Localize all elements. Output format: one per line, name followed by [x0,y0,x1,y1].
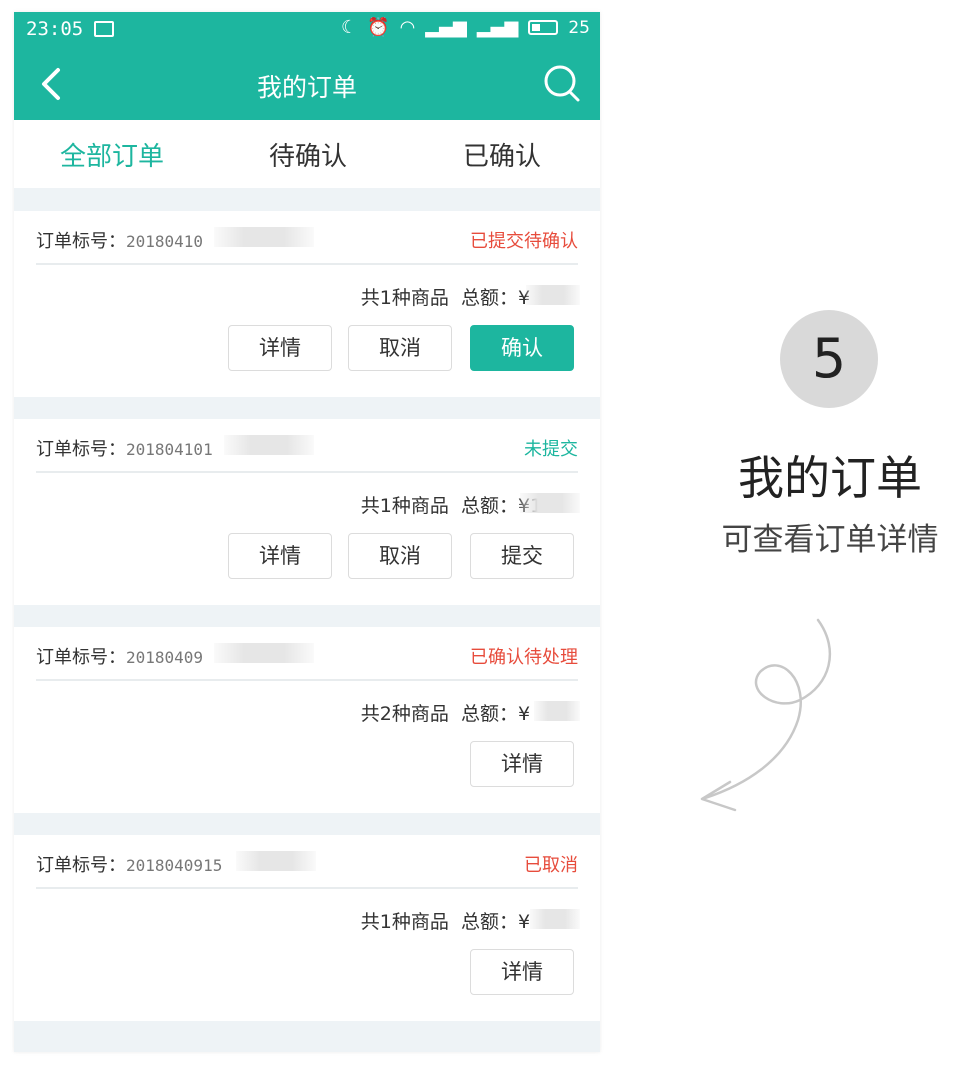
search-icon[interactable] [540,60,584,106]
redacted-blur [530,909,580,929]
redacted-blur [224,435,314,455]
moon-icon: ☾ [341,17,358,38]
redacted-blur [214,643,314,663]
cancel-button[interactable]: 取消 [348,533,452,579]
confirm-button[interactable]: 确认 [470,325,574,371]
status-bar: 23:05 ☾ ⏰ ◠ ▂▄▆ ▂▄▆ 25 [14,12,600,48]
order-card: 订单标号：2018040915 已取消 共1种商品 总额：¥ 详情 [14,835,600,1021]
order-id: 订单标号：20180409 [36,643,203,669]
detail-button[interactable]: 详情 [470,949,574,995]
redacted-blur [236,851,316,871]
redacted-blur [214,227,314,247]
cancel-button[interactable]: 取消 [348,325,452,371]
order-id: 订单标号：201804101 [36,435,213,461]
item-count: 共1种商品 [360,911,449,933]
detail-button[interactable]: 详情 [228,325,332,371]
signal-icon: ▂▄▆ [476,17,519,38]
submit-button[interactable]: 提交 [470,533,574,579]
item-count: 共1种商品 [360,495,449,517]
redacted-blur [534,701,580,721]
order-tabs: 全部订单 待确认 已确认 [14,120,600,188]
divider [36,263,578,265]
step-number-badge: 5 [780,310,878,408]
order-id-label: 订单标号： [36,439,126,460]
item-count: 共2种商品 [360,703,449,725]
feature-title: 我的订单 [738,451,922,505]
status-icons: ☾ ⏰ ◠ ▂▄▆ ▂▄▆ 25 [341,17,590,38]
phone-screen: 23:05 ☾ ⏰ ◠ ▂▄▆ ▂▄▆ 25 我的订单 全部订单 待确认 已确认… [14,12,600,1052]
battery-icon [528,20,559,35]
order-status: 已取消 [524,855,578,876]
redacted-blur [526,285,580,305]
image-notification-icon [94,21,114,37]
redacted-blur [520,493,580,513]
divider [36,679,578,681]
total-label: 总额： [460,911,518,933]
order-id-label: 订单标号： [36,231,126,252]
status-time: 23:05 [26,18,84,40]
alarm-icon: ⏰ [367,17,390,38]
order-card: 订单标号：20180409 已确认待处理 共2种商品 总额：¥ 详情 [14,627,600,813]
order-id-label: 订单标号： [36,647,126,668]
tab-confirmed[interactable]: 已确认 [463,136,541,173]
divider [36,471,578,473]
order-id: 订单标号：2018040915 [36,851,222,877]
battery-level: 25 [568,17,590,38]
order-id-value: 2018040915 [126,856,223,875]
curved-arrow-icon [700,618,832,812]
order-card: 订单标号：20180410 已提交待确认 共1种商品 总额：¥ 详情 取消 确认 [14,211,600,397]
order-status: 已提交待确认 [470,231,578,252]
total-label: 总额： [460,495,518,517]
total-label: 总额： [460,703,518,725]
page-title: 我的订单 [256,73,357,102]
wifi-icon: ◠ [399,17,416,38]
order-id-value: 20180410 [126,232,204,251]
order-status: 未提交 [524,439,578,460]
item-count: 共1种商品 [360,287,449,309]
tab-all-orders[interactable]: 全部订单 [60,136,164,173]
order-id: 订单标号：20180410 [36,227,203,253]
order-id-value: 20180409 [126,648,204,667]
detail-button[interactable]: 详情 [470,741,574,787]
order-status: 已确认待处理 [470,647,578,668]
order-card: 订单标号：201804101 未提交 共1种商品 总额：¥1 详情 取消 提交 [14,419,600,605]
tab-pending[interactable]: 待确认 [269,136,347,173]
order-id-label: 订单标号： [36,855,126,876]
feature-subtitle: 可查看订单详情 [721,522,939,558]
signal-4g-icon: ▂▄▆ [425,17,467,38]
detail-button[interactable]: 详情 [228,533,332,579]
nav-bar: 我的订单 [14,48,600,120]
order-id-value: 201804101 [126,440,213,459]
divider [36,887,578,889]
total-label: 总额： [460,287,518,309]
